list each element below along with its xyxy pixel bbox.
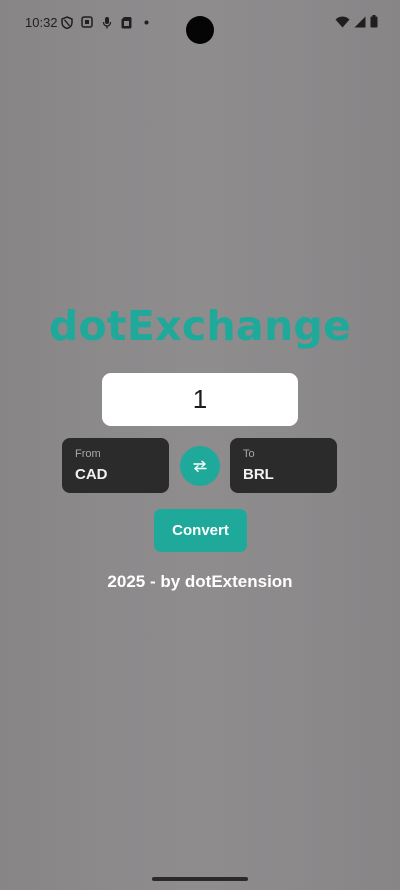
shield-icon — [60, 15, 73, 29]
status-left-icons — [60, 15, 153, 29]
battery-icon — [370, 15, 378, 33]
status-right-icons — [335, 15, 378, 33]
swap-arrows-icon — [193, 460, 207, 472]
screen-background — [0, 0, 400, 890]
from-currency-selector[interactable]: From CAD — [62, 438, 169, 493]
status-time: 10:32 — [25, 15, 58, 30]
from-currency-value: CAD — [75, 466, 108, 483]
sim-card-icon — [120, 15, 133, 29]
camera-cutout — [186, 16, 214, 44]
screen-record-icon — [80, 15, 93, 29]
wifi-icon — [335, 15, 350, 33]
microphone-icon — [100, 15, 113, 29]
convert-button[interactable]: Convert — [154, 509, 247, 552]
app-title: dotExchange — [48, 302, 352, 350]
gesture-navigation-handle[interactable] — [152, 877, 248, 881]
to-currency-value: BRL — [243, 466, 274, 483]
status-bar: 10:32 — [0, 0, 400, 46]
footer-credit: 2025 - by dotExtension — [107, 572, 293, 591]
cell-signal-icon — [354, 15, 366, 33]
swap-currencies-button[interactable] — [180, 446, 220, 486]
dot-icon — [140, 15, 153, 29]
to-caption: To — [243, 448, 255, 460]
to-currency-selector[interactable]: To BRL — [230, 438, 337, 493]
from-caption: From — [75, 448, 101, 460]
amount-input[interactable] — [102, 373, 298, 426]
